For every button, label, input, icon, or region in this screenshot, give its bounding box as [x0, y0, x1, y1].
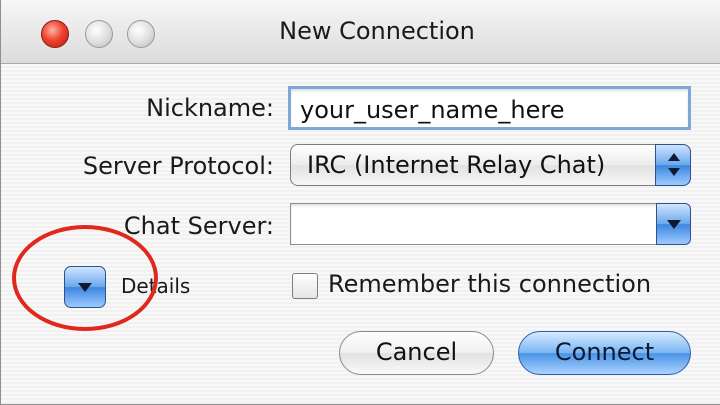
chat-server-dropdown-button[interactable]	[656, 203, 691, 245]
remember-connection-checkbox[interactable]	[292, 273, 318, 299]
server-protocol-value: IRC (Internet Relay Chat)	[307, 151, 606, 179]
title-bar: New Connection	[1, 0, 720, 64]
server-protocol-popup[interactable]: IRC (Internet Relay Chat)	[290, 144, 691, 186]
details-disclosure-button[interactable]	[64, 266, 106, 308]
connect-button[interactable]: Connect	[518, 331, 691, 375]
disclosure-triangle-icon	[78, 283, 92, 292]
server-protocol-label: Server Protocol:	[82, 152, 274, 180]
nickname-label: Nickname:	[146, 94, 274, 122]
arrow-down-icon	[668, 168, 680, 176]
nickname-value: your_user_name_here	[300, 96, 565, 124]
nickname-field[interactable]: your_user_name_here	[288, 86, 691, 130]
details-label[interactable]: Details	[121, 274, 190, 298]
arrow-up-icon	[668, 153, 680, 161]
cancel-button[interactable]: Cancel	[339, 331, 494, 375]
chevron-down-icon	[667, 220, 681, 229]
chat-server-label: Chat Server:	[123, 212, 274, 240]
chat-server-input[interactable]	[290, 203, 660, 245]
remember-connection-label[interactable]: Remember this connection	[328, 270, 651, 298]
new-connection-window: New Connection Nickname: your_user_name_…	[0, 0, 720, 405]
updown-arrows-icon	[655, 144, 691, 186]
window-title: New Connection	[279, 17, 475, 45]
